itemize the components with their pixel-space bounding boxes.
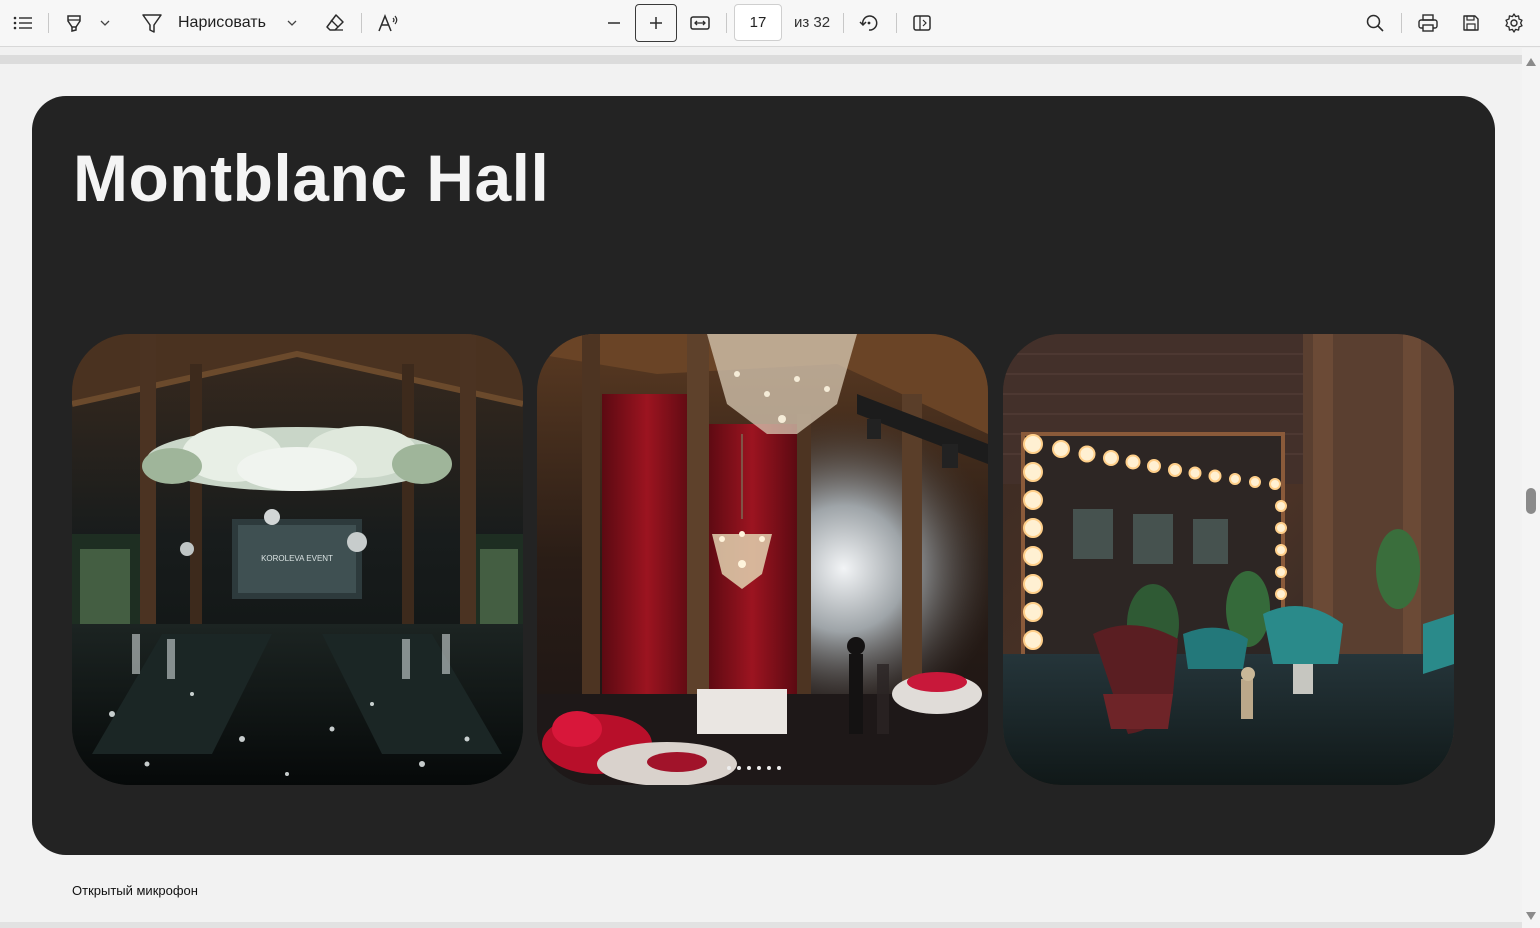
rotate-button[interactable] <box>855 8 883 38</box>
highlight-icon <box>67 15 81 32</box>
fit-to-width-button[interactable] <box>686 8 714 38</box>
horizontal-scrollbar[interactable] <box>0 922 1522 928</box>
slide-title: Montblanc Hall <box>73 141 550 215</box>
toolbar-separator <box>843 13 844 33</box>
toolbar-separator <box>726 13 727 33</box>
zoom-in-icon <box>650 17 662 29</box>
settings-icon <box>1505 13 1523 33</box>
two-page-icon <box>913 15 931 31</box>
page-number-input[interactable]: 17 <box>734 4 782 41</box>
venue-photo-chandelier-hall <box>537 334 988 785</box>
toolbar-separator <box>896 13 897 33</box>
print-icon <box>1418 14 1438 32</box>
zoom-out-button[interactable] <box>600 8 628 38</box>
fit-width-icon <box>690 16 710 30</box>
table-of-contents-button[interactable] <box>8 8 38 38</box>
rotate-icon <box>859 15 878 31</box>
draw-icon <box>142 14 162 33</box>
chevron-down-icon <box>287 20 297 26</box>
search-button[interactable] <box>1361 8 1389 38</box>
draw-label: Нарисовать <box>178 14 266 31</box>
toolbar-separator <box>361 13 362 33</box>
screen-text: KOROLEVA EVENT <box>261 554 333 563</box>
venue-photo-lounge <box>1003 334 1454 785</box>
save-icon <box>1463 15 1479 31</box>
zoom-in-button[interactable] <box>635 4 677 42</box>
vertical-scrollbar[interactable] <box>1522 48 1540 928</box>
highlight-button[interactable] <box>60 8 88 38</box>
save-button[interactable] <box>1457 8 1485 38</box>
draw-button[interactable]: Нарисовать <box>140 8 280 38</box>
scroll-up-arrow-icon[interactable] <box>1526 58 1536 66</box>
settings-button[interactable] <box>1500 8 1528 38</box>
search-icon <box>1366 14 1384 32</box>
previous-page-edge <box>0 55 1522 64</box>
scrollbar-thumb[interactable] <box>1526 488 1536 514</box>
read-aloud-button[interactable] <box>373 8 403 38</box>
eraser-icon <box>326 14 344 31</box>
venue-photo-banquet: KOROLEVA EVENT <box>72 334 523 785</box>
pdf-toolbar: Нарисовать 17 из 32 <box>0 0 1540 47</box>
print-button[interactable] <box>1414 8 1442 38</box>
draw-options-dropdown[interactable] <box>282 8 302 38</box>
toolbar-separator <box>1401 13 1402 33</box>
scroll-down-arrow-icon[interactable] <box>1526 912 1536 920</box>
zoom-out-icon <box>608 22 620 24</box>
contents-icon <box>13 16 32 30</box>
page-view-button[interactable] <box>908 8 936 38</box>
chevron-down-icon <box>100 20 110 26</box>
highlight-options-dropdown[interactable] <box>95 8 115 38</box>
erase-button[interactable] <box>320 8 350 38</box>
toolbar-separator <box>48 13 49 33</box>
page-total-label: из 32 <box>794 14 831 31</box>
speaker-notes: Открытый микрофон <box>72 883 198 898</box>
read-aloud-icon <box>378 13 398 32</box>
